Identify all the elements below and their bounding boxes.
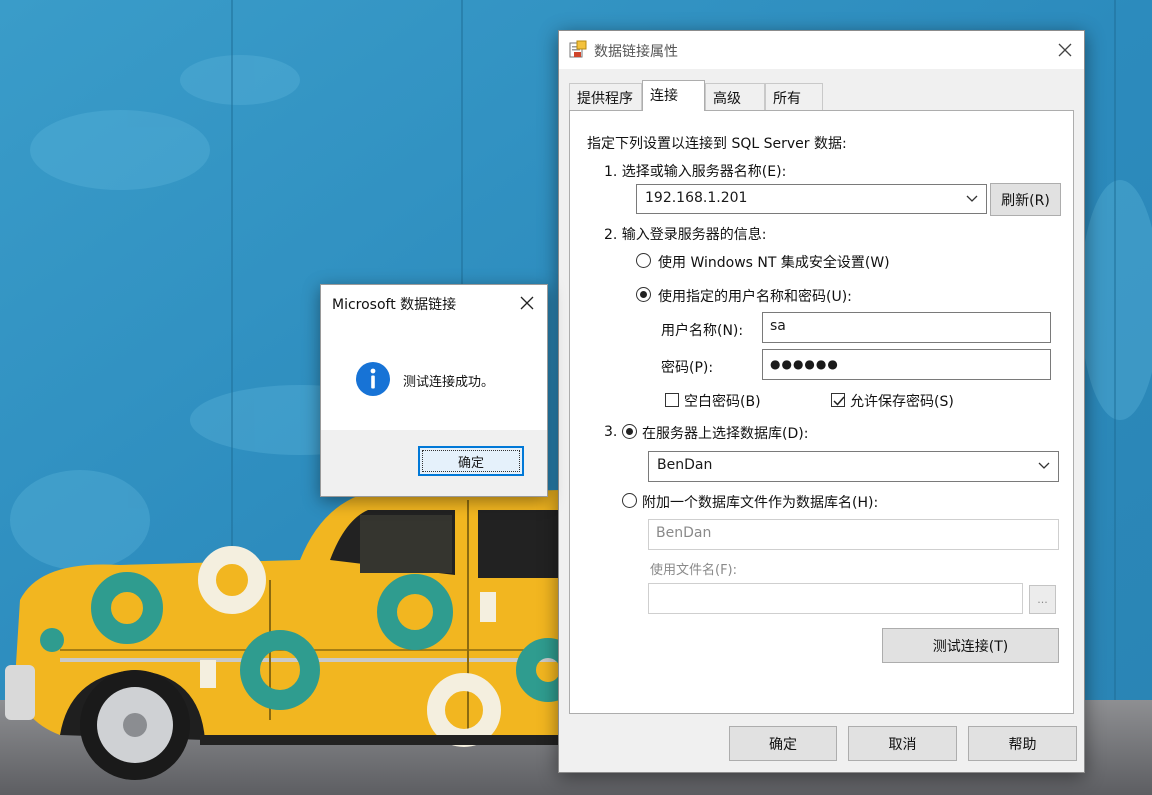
tab-advanced[interactable]: 高级 [705,83,765,110]
password-input[interactable]: ●●●●●● [762,349,1051,380]
allow-save-password-checkbox[interactable] [831,393,845,407]
allow-save-password-label[interactable]: 允许保存密码(S) [850,391,954,411]
browse-button[interactable]: ... [1029,585,1056,614]
chevron-down-icon[interactable] [1038,459,1050,471]
connection-panel: 指定下列设置以连接到 SQL Server 数据: 1. 选择或输入服务器名称(… [569,110,1074,714]
filename-input[interactable] [648,583,1023,614]
step2-label: 2. 输入登录服务器的信息: [604,227,767,243]
messagebox-ok-button[interactable]: 确定 [418,446,524,476]
username-input[interactable]: sa [762,312,1051,343]
close-icon[interactable] [1050,35,1080,65]
dialog-titlebar[interactable]: 数据链接属性 [559,31,1084,69]
specific-user-label[interactable]: 使用指定的用户名称和密码(U): [658,286,852,306]
blank-password-checkbox[interactable] [665,393,679,407]
data-link-properties-dialog: 数据链接属性 提供程序 连接 高级 所有 指定下列设置以连接到 SQL Serv… [558,30,1085,773]
blank-password-label[interactable]: 空白密码(B) [684,391,761,411]
dialog-title: 数据链接属性 [594,44,678,60]
attach-db-radio[interactable] [622,493,637,508]
information-icon [355,361,391,397]
select-db-radio[interactable] [622,424,637,439]
refresh-button[interactable]: 刷新(R) [990,183,1061,216]
messagebox-title: Microsoft 数据链接 [332,297,457,313]
attach-db-label[interactable]: 附加一个数据库文件作为数据库名(H): [642,492,878,512]
messagebox-text: 测试连接成功。 [403,375,495,390]
step3-prefix: 3. [604,424,618,440]
checkmark-icon [833,396,845,406]
attach-db-input[interactable]: BenDan [648,519,1059,550]
chevron-down-icon[interactable] [966,192,978,204]
windows-nt-auth-label[interactable]: 使用 Windows NT 集成安全设置(W) [658,252,890,272]
test-connection-button[interactable]: 测试连接(T) [882,628,1059,663]
messagebox-footer: 确定 [321,430,547,496]
database-value: BenDan [657,457,713,473]
use-filename-label: 使用文件名(F): [650,563,738,578]
help-button[interactable]: 帮助 [968,726,1077,761]
intro-text: 指定下列设置以连接到 SQL Server 数据: [587,136,847,152]
specific-user-radio[interactable] [636,287,651,302]
connection-success-messagebox: Microsoft 数据链接 测试连接成功。 确定 [320,284,548,497]
tab-provider[interactable]: 提供程序 [569,83,642,110]
data-link-app-icon [569,40,587,58]
username-label: 用户名称(N): [661,323,744,339]
tab-all[interactable]: 所有 [765,83,823,110]
tab-connection[interactable]: 连接 [642,80,705,111]
step1-label: 1. 选择或输入服务器名称(E): [604,164,787,180]
close-icon[interactable] [513,290,541,316]
server-name-combobox[interactable]: 192.168.1.201 [636,184,987,214]
database-combobox[interactable]: BenDan [648,451,1059,482]
windows-nt-auth-radio[interactable] [636,253,651,268]
select-db-label[interactable]: 在服务器上选择数据库(D): [642,423,808,443]
messagebox-ok-label: 确定 [457,455,484,471]
server-name-value: 192.168.1.201 [645,190,748,206]
cancel-button[interactable]: 取消 [848,726,957,761]
ok-button[interactable]: 确定 [729,726,837,761]
password-label: 密码(P): [661,360,714,376]
